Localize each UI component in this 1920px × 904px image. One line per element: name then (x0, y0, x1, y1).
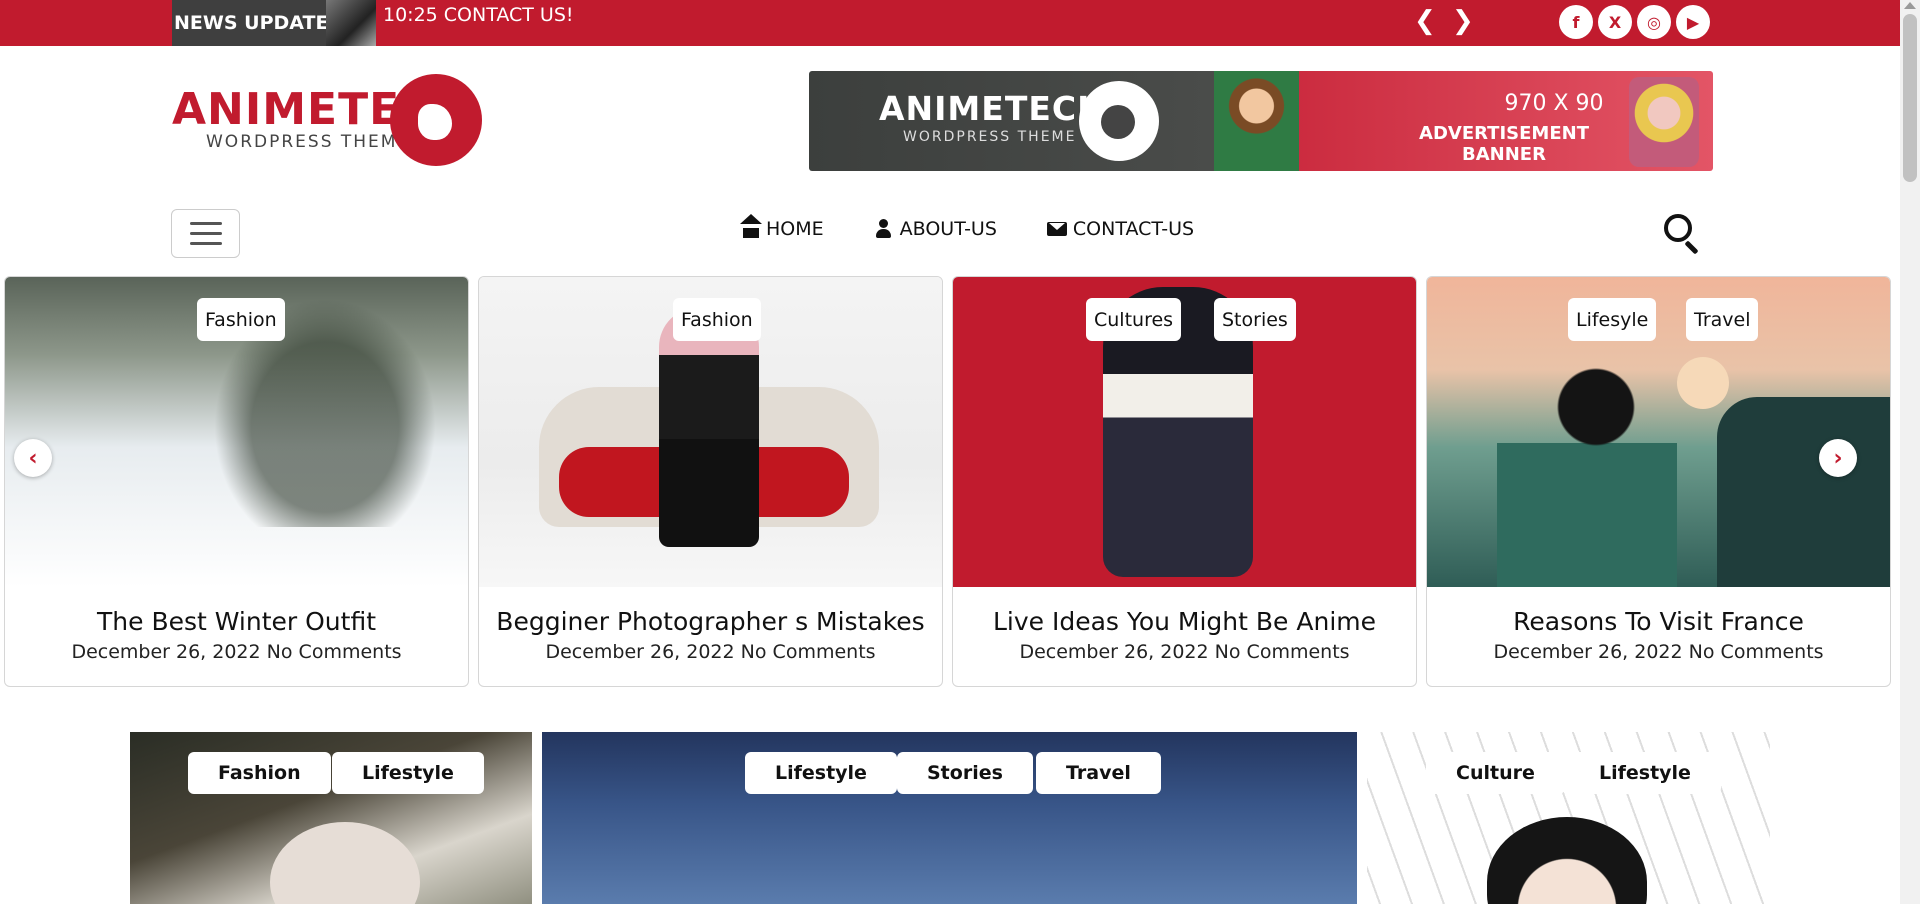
ad-character-image (1214, 71, 1299, 171)
envelope-icon (1046, 219, 1067, 239)
hamburger-line (189, 242, 222, 245)
post-image[interactable] (953, 277, 1416, 587)
slider-card[interactable]: Fashion The Best Winter Outfit December … (4, 276, 469, 687)
slider-next-button[interactable]: › (1819, 439, 1857, 477)
category-badge[interactable]: Lifestyle (332, 752, 484, 794)
featured-card[interactable]: Fashion Lifestyle (130, 732, 532, 904)
category-badge[interactable]: Cultures (1086, 298, 1182, 341)
x-icon[interactable]: X (1598, 5, 1632, 39)
youtube-icon[interactable]: ▶ (1676, 5, 1710, 39)
page: NEWS UPDATES 10:25 CONTACT US! ❮ ❯ f X ◎… (0, 0, 1920, 904)
featured-card[interactable]: Lifestyle Stories Travel (542, 732, 1357, 904)
ad-size-text: 970 X 90 (1504, 91, 1604, 116)
user-icon (874, 219, 894, 239)
post-meta: December 26, 2022 No Comments (1427, 641, 1890, 663)
post-title[interactable]: Live Ideas You Might Be Anime (953, 607, 1416, 636)
home-icon (740, 214, 762, 239)
scrollbar-thumb[interactable] (1903, 14, 1917, 182)
ad-logo-title: ANIMETECH (879, 89, 1106, 128)
category-badge[interactable]: Lifesyle (1568, 298, 1657, 341)
category-badge[interactable]: Lifestyle (1569, 752, 1721, 794)
post-comments[interactable]: No Comments (267, 641, 402, 663)
slider-card[interactable]: Lifesyle Travel Reasons To Visit France … (1426, 276, 1891, 687)
chevron-right-icon[interactable]: ❯ (1452, 6, 1474, 36)
category-badge[interactable]: Stories (1214, 298, 1296, 341)
category-badge[interactable]: Culture (1426, 752, 1565, 794)
scroll-up-arrow-icon[interactable] (1904, 2, 1916, 9)
ad-logo-mark-icon (1079, 81, 1159, 161)
post-comments[interactable]: No Comments (1215, 641, 1350, 663)
logo-mark-icon (390, 74, 482, 166)
hamburger-line (189, 222, 222, 225)
post-title[interactable]: The Best Winter Outfit (5, 607, 468, 636)
nav-item-label: HOME (766, 218, 824, 240)
facebook-icon[interactable]: f (1559, 5, 1593, 39)
post-meta: December 26, 2022 No Comments (5, 641, 468, 663)
post-meta: December 26, 2022 No Comments (479, 641, 942, 663)
ad-logo-subtitle: WORDPRESS THEME (903, 129, 1077, 145)
news-thumbnail[interactable] (326, 0, 376, 46)
featured-image (1487, 817, 1647, 904)
page-scrollbar[interactable] (1900, 0, 1920, 904)
category-badge[interactable]: Lifestyle (745, 752, 897, 794)
category-badge[interactable]: Fashion (197, 298, 285, 341)
post-comments[interactable]: No Comments (741, 641, 876, 663)
post-date: December 26, 2022 (1019, 641, 1209, 663)
nav-item-contact-us[interactable]: CONTACT-US (1046, 218, 1195, 240)
post-date: December 26, 2022 (545, 641, 735, 663)
nav-item-home[interactable]: HOME (740, 214, 824, 240)
chevron-left-icon[interactable]: ❮ (1414, 6, 1436, 36)
category-badge[interactable]: Travel (1686, 298, 1759, 341)
post-comments[interactable]: No Comments (1689, 641, 1824, 663)
hamburger-line (189, 232, 222, 235)
featured-image (270, 822, 420, 904)
top-bar: NEWS UPDATES 10:25 CONTACT US! ❮ ❯ f X ◎… (0, 0, 1900, 46)
post-image[interactable] (1427, 277, 1890, 587)
advertisement-banner[interactable]: ANIMETECH WORDPRESS THEME 970 X 90 ADVER… (809, 71, 1713, 171)
category-badge[interactable]: Fashion (188, 752, 331, 794)
hamburger-menu-button[interactable] (171, 209, 240, 258)
slider-prev-button[interactable]: ‹ (14, 439, 52, 477)
slider-card[interactable]: Fashion Begginer Photographer s Mistakes… (478, 276, 943, 687)
post-title[interactable]: Reasons To Visit France (1427, 607, 1890, 636)
ad-label-text: ADVERTISEMENT BANNER (1419, 123, 1589, 165)
post-date: December 26, 2022 (1493, 641, 1683, 663)
slider-card[interactable]: Cultures Stories Live Ideas You Might Be… (952, 276, 1417, 687)
news-ticker-text[interactable]: 10:25 CONTACT US! (383, 4, 574, 26)
post-date: December 26, 2022 (71, 641, 261, 663)
post-meta: December 26, 2022 No Comments (953, 641, 1416, 663)
ad-character-image-2 (1629, 77, 1699, 167)
search-icon[interactable] (1662, 212, 1704, 255)
site-logo[interactable]: ANIMETECH WORDPRESS THEME (172, 74, 482, 168)
category-badge[interactable]: Fashion (673, 298, 761, 341)
category-badge[interactable]: Travel (1036, 752, 1161, 794)
featured-card[interactable]: Culture Lifestyle (1367, 732, 1770, 904)
instagram-icon[interactable]: ◎ (1637, 5, 1671, 39)
post-title[interactable]: Begginer Photographer s Mistakes (479, 607, 942, 636)
nav-item-about-us[interactable]: ABOUT-US (874, 218, 997, 240)
logo-subtitle: WORDPRESS THEME (206, 132, 411, 152)
post-slider: Fashion The Best Winter Outfit December … (4, 276, 1892, 688)
nav-item-label: ABOUT-US (899, 218, 997, 240)
main-navigation: HOME ABOUT-US CONTACT-US (740, 214, 1194, 244)
category-badge[interactable]: Stories (897, 752, 1033, 794)
nav-item-label: CONTACT-US (1072, 218, 1195, 240)
